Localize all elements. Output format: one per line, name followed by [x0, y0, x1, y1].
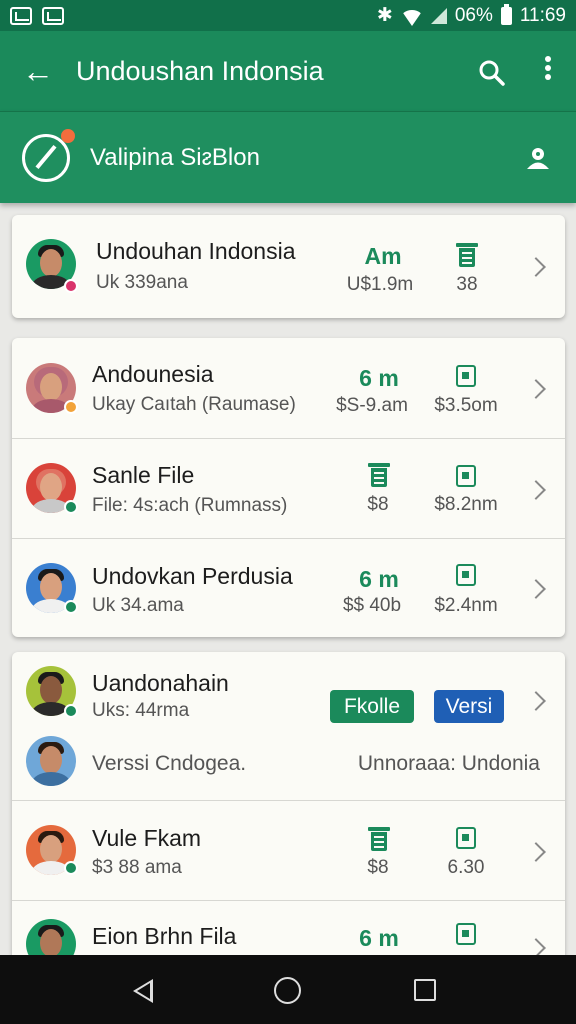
- version-button[interactable]: Versi: [434, 690, 504, 723]
- page-title: Undoushan Indonsia: [76, 55, 324, 86]
- status-badge: [64, 279, 78, 293]
- version-right-text: Unnoraaa: Undonia: [357, 752, 540, 775]
- status-badge: [64, 400, 78, 414]
- featured-card[interactable]: Undouhan Indonsia Uk 339ana Am U$1.9m 38: [12, 215, 565, 318]
- battery-icon: [456, 243, 478, 267]
- item-subtitle: Uk 339ana: [96, 272, 188, 293]
- item-name: Andounesia: [92, 361, 214, 387]
- item-subtitle: $3 88 ama: [92, 857, 182, 878]
- battery-icon: [500, 3, 512, 25]
- photo-notification-icon: [42, 6, 64, 25]
- square-icon: [456, 365, 476, 387]
- more-vert-icon[interactable]: [520, 55, 576, 88]
- group-header[interactable]: Uandonahain Uks: 44rma Fkolle Versi Vers…: [12, 652, 565, 800]
- item-subtitle: Uks: 44rma: [92, 700, 190, 721]
- stat-value: 6 m: [359, 365, 399, 391]
- nav-recents-icon[interactable]: [414, 979, 436, 1001]
- list-item[interactable]: Undovkan Perdusia Uk 34.ama 6 m $$ 40b $…: [12, 538, 565, 637]
- list-item[interactable]: Andounesia Ukay Caıtah (Raumase) 6 m $S-…: [12, 338, 565, 438]
- list-item[interactable]: Sanle File File: 4s:ach (Rumnass) $8 $8.…: [12, 438, 565, 538]
- stat-count: 38: [456, 274, 478, 295]
- nav-home-icon[interactable]: [274, 977, 301, 1004]
- follow-button[interactable]: Fkolle: [330, 690, 414, 723]
- account-title: Valipina SiᴤBlon: [90, 143, 260, 171]
- stat-value: 6 m: [359, 925, 399, 951]
- item-name: Eion Brhn Fila: [92, 923, 237, 949]
- system-nav-bar: [0, 955, 576, 1024]
- stat-amount-2: $2.4nm: [434, 595, 498, 616]
- chevron-right-icon[interactable]: [526, 842, 546, 862]
- status-badge: [64, 704, 78, 718]
- stat-amount-2: $8.2nm: [434, 494, 498, 515]
- square-icon: [456, 564, 476, 586]
- avatar: [26, 736, 76, 786]
- app-bar: ← Undoushan Indonsia: [0, 31, 576, 111]
- search-icon[interactable]: [464, 55, 520, 87]
- square-icon: [456, 827, 476, 849]
- chevron-right-icon[interactable]: [526, 379, 546, 399]
- status-badge: [64, 861, 78, 875]
- bin-icon: [368, 463, 390, 487]
- item-name: Undovkan Perdusia: [92, 563, 293, 589]
- chevron-right-icon[interactable]: [526, 691, 546, 711]
- item-name: Undouhan Indonsia: [96, 238, 296, 264]
- stat-value: 6 m: [359, 566, 399, 592]
- item-name: Sanle File: [92, 462, 195, 488]
- version-left-text: Verssi Cndogea.: [92, 752, 247, 775]
- square-icon: [456, 465, 476, 487]
- battery-percent: 06%: [454, 4, 493, 26]
- clock: 11:69: [519, 4, 566, 26]
- gallery-notification-icon: [10, 6, 32, 25]
- item-name: Uandonahain: [92, 670, 229, 696]
- status-badge: [64, 500, 78, 514]
- square-icon: [456, 923, 476, 945]
- item-subtitle: File: 4s:ach (Rumnass): [92, 495, 288, 516]
- stat-amount-2: 6.30: [447, 857, 485, 878]
- chevron-right-icon[interactable]: [526, 579, 546, 599]
- item-subtitle: Uk 34.ama: [92, 595, 184, 616]
- bin-icon: [368, 827, 390, 851]
- stat-value: Am: [364, 243, 402, 269]
- status-bar: ✱ 06% 11:69: [0, 0, 576, 31]
- compass-logo-icon: [22, 128, 75, 182]
- bluetooth-icon: ✱: [376, 5, 393, 26]
- profile-icon[interactable]: [500, 146, 576, 170]
- group-card: Uandonahain Uks: 44rma Fkolle Versi Vers…: [12, 652, 565, 972]
- chevron-right-icon[interactable]: [526, 257, 546, 277]
- signal-icon: [430, 7, 447, 24]
- chevron-right-icon[interactable]: [526, 480, 546, 500]
- list-card: Andounesia Ukay Caıtah (Raumase) 6 m $S-…: [12, 338, 565, 637]
- item-name: Vule Fkam: [92, 825, 202, 851]
- nav-back-icon[interactable]: [133, 979, 153, 1003]
- wifi-icon: [400, 9, 423, 26]
- account-bar: Valipina SiᴤBlon: [0, 111, 576, 203]
- stat-amount-2: $3.5om: [434, 395, 498, 416]
- list-item[interactable]: Vule Fkam $3 88 ama $8 6.30: [12, 800, 565, 900]
- item-subtitle: Ukay Caıtah (Raumase): [92, 394, 296, 415]
- back-arrow-icon[interactable]: ←: [0, 53, 76, 90]
- status-badge: [64, 600, 78, 614]
